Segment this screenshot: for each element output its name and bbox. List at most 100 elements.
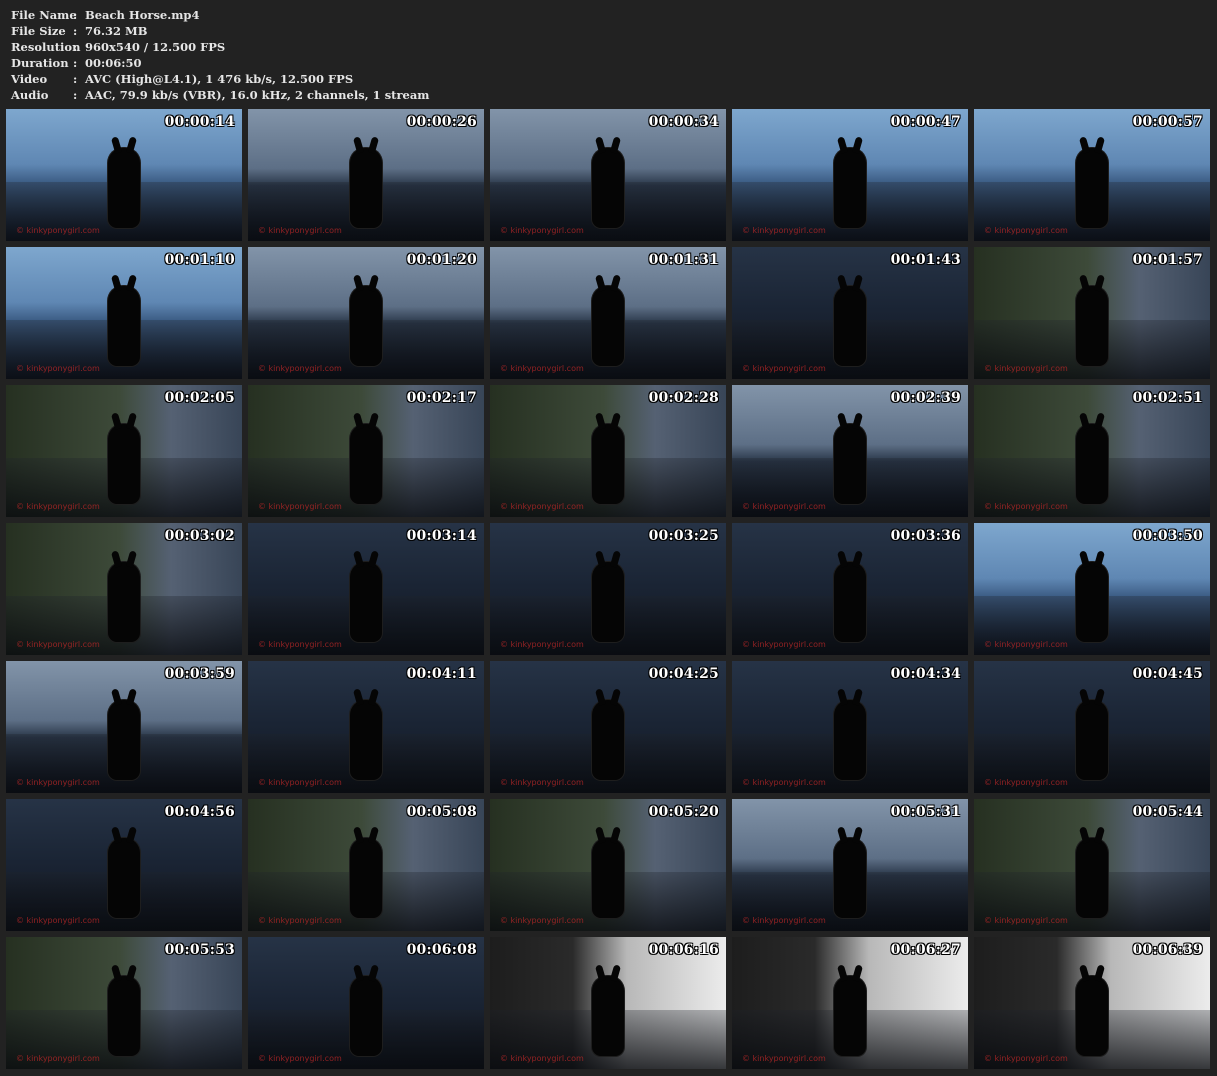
video-thumbnail: 00:01:57 © kinkyponygirl.com (974, 247, 1210, 379)
video-thumbnail: 00:00:47 © kinkyponygirl.com (732, 109, 968, 241)
video-thumbnail: 00:06:39 © kinkyponygirl.com (974, 937, 1210, 1069)
figure-silhouette (833, 147, 867, 229)
video-thumbnail: 00:03:59 © kinkyponygirl.com (6, 661, 242, 793)
figure-silhouette (107, 561, 141, 643)
file-info-label: Video (11, 72, 48, 86)
thumbnail-timestamp: 00:00:26 (406, 114, 477, 130)
thumbnail-timestamp: 00:05:44 (1132, 804, 1203, 820)
video-thumbnail: 00:05:08 © kinkyponygirl.com (248, 799, 484, 931)
figure-silhouette (107, 837, 141, 919)
thumbnail-timestamp: 00:03:50 (1132, 528, 1203, 544)
figure-silhouette (591, 837, 625, 919)
video-thumbnail: 00:03:25 © kinkyponygirl.com (490, 523, 726, 655)
video-thumbnail: 00:00:14 © kinkyponygirl.com (6, 109, 242, 241)
thumbnail-timestamp: 00:05:53 (164, 942, 235, 958)
thumbnail-watermark: © kinkyponygirl.com (16, 364, 100, 373)
thumbnail-watermark: © kinkyponygirl.com (742, 226, 826, 235)
video-thumbnail: 00:05:20 © kinkyponygirl.com (490, 799, 726, 931)
thumbnail-timestamp: 00:01:31 (648, 252, 719, 268)
video-thumbnail: 00:00:26 © kinkyponygirl.com (248, 109, 484, 241)
video-thumbnail: 00:00:57 © kinkyponygirl.com (974, 109, 1210, 241)
figure-silhouette (591, 561, 625, 643)
figure-silhouette (833, 561, 867, 643)
thumbnail-timestamp: 00:01:20 (406, 252, 477, 268)
video-thumbnail: 00:02:39 © kinkyponygirl.com (732, 385, 968, 517)
thumbnail-watermark: © kinkyponygirl.com (984, 364, 1068, 373)
video-thumbnail: 00:01:43 © kinkyponygirl.com (732, 247, 968, 379)
video-thumbnail: 00:04:11 © kinkyponygirl.com (248, 661, 484, 793)
thumbnail-timestamp: 00:02:51 (1132, 390, 1203, 406)
thumbnail-watermark: © kinkyponygirl.com (500, 364, 584, 373)
file-info-row: Video : AVC (High@L4.1), 1 476 kb/s, 12.… (11, 71, 611, 87)
file-info-label: File Name (11, 8, 77, 22)
thumbnail-watermark: © kinkyponygirl.com (742, 778, 826, 787)
video-thumbnail: 00:06:16 © kinkyponygirl.com (490, 937, 726, 1069)
figure-silhouette (1075, 975, 1109, 1057)
video-thumbnail: 00:03:14 © kinkyponygirl.com (248, 523, 484, 655)
video-thumbnail: 00:02:05 © kinkyponygirl.com (6, 385, 242, 517)
thumbnail-watermark: © kinkyponygirl.com (258, 1054, 342, 1063)
thumbnail-timestamp: 00:03:25 (648, 528, 719, 544)
thumbnail-watermark: © kinkyponygirl.com (984, 778, 1068, 787)
thumbnail-watermark: © kinkyponygirl.com (16, 226, 100, 235)
file-info-value: 960x540 / 12.500 FPS (85, 40, 226, 54)
thumbnail-watermark: © kinkyponygirl.com (16, 778, 100, 787)
thumbnail-watermark: © kinkyponygirl.com (984, 502, 1068, 511)
figure-silhouette (107, 423, 141, 505)
video-thumbnail: 00:03:02 © kinkyponygirl.com (6, 523, 242, 655)
file-info-row: Resolution : 960x540 / 12.500 FPS (11, 39, 611, 55)
thumbnail-timestamp: 00:02:28 (648, 390, 719, 406)
video-thumbnail: 00:02:28 © kinkyponygirl.com (490, 385, 726, 517)
video-thumbnail: 00:02:51 © kinkyponygirl.com (974, 385, 1210, 517)
thumbnail-watermark: © kinkyponygirl.com (16, 1054, 100, 1063)
thumbnail-watermark: © kinkyponygirl.com (742, 640, 826, 649)
figure-silhouette (1075, 837, 1109, 919)
file-info-label: File Size (11, 24, 66, 38)
file-info-label: Resolution (11, 40, 81, 54)
thumbnail-timestamp: 00:05:08 (406, 804, 477, 820)
video-thumbnail: 00:03:36 © kinkyponygirl.com (732, 523, 968, 655)
thumbnail-timestamp: 00:00:14 (164, 114, 235, 130)
thumbnail-watermark: © kinkyponygirl.com (742, 502, 826, 511)
file-info-separator: : (73, 88, 78, 102)
thumbnail-timestamp: 00:04:56 (164, 804, 235, 820)
figure-silhouette (833, 837, 867, 919)
figure-silhouette (1075, 699, 1109, 781)
thumbnail-watermark: © kinkyponygirl.com (16, 916, 100, 925)
video-thumbnail: 00:04:25 © kinkyponygirl.com (490, 661, 726, 793)
thumbnail-watermark: © kinkyponygirl.com (500, 916, 584, 925)
file-info-label: Duration (11, 56, 69, 70)
thumbnail-watermark: © kinkyponygirl.com (500, 226, 584, 235)
thumbnail-watermark: © kinkyponygirl.com (258, 916, 342, 925)
video-thumbnail: 00:05:31 © kinkyponygirl.com (732, 799, 968, 931)
video-thumbnail: 00:01:20 © kinkyponygirl.com (248, 247, 484, 379)
video-thumbnail: 00:03:50 © kinkyponygirl.com (974, 523, 1210, 655)
figure-silhouette (591, 699, 625, 781)
thumbnail-watermark: © kinkyponygirl.com (16, 502, 100, 511)
figure-silhouette (349, 147, 383, 229)
thumbnail-watermark: © kinkyponygirl.com (984, 1054, 1068, 1063)
thumbnail-timestamp: 00:00:34 (648, 114, 719, 130)
thumbnail-watermark: © kinkyponygirl.com (742, 364, 826, 373)
video-thumbnail: 00:00:34 © kinkyponygirl.com (490, 109, 726, 241)
figure-silhouette (1075, 147, 1109, 229)
figure-silhouette (833, 699, 867, 781)
thumbnail-timestamp: 00:03:36 (890, 528, 961, 544)
thumbnail-timestamp: 00:01:57 (1132, 252, 1203, 268)
thumbnail-watermark: © kinkyponygirl.com (500, 778, 584, 787)
thumbnail-watermark: © kinkyponygirl.com (742, 1054, 826, 1063)
figure-silhouette (349, 561, 383, 643)
file-info-separator: : (73, 56, 78, 70)
figure-silhouette (349, 423, 383, 505)
file-info-row: File Name : Beach Horse.mp4 (11, 7, 611, 23)
thumbnail-watermark: © kinkyponygirl.com (984, 916, 1068, 925)
figure-silhouette (107, 147, 141, 229)
figure-silhouette (349, 975, 383, 1057)
thumbnail-timestamp: 00:00:47 (890, 114, 961, 130)
figure-silhouette (833, 285, 867, 367)
thumbnail-timestamp: 00:04:45 (1132, 666, 1203, 682)
figure-silhouette (349, 285, 383, 367)
thumbnail-watermark: © kinkyponygirl.com (984, 226, 1068, 235)
figure-silhouette (107, 699, 141, 781)
thumbnail-timestamp: 00:01:10 (164, 252, 235, 268)
